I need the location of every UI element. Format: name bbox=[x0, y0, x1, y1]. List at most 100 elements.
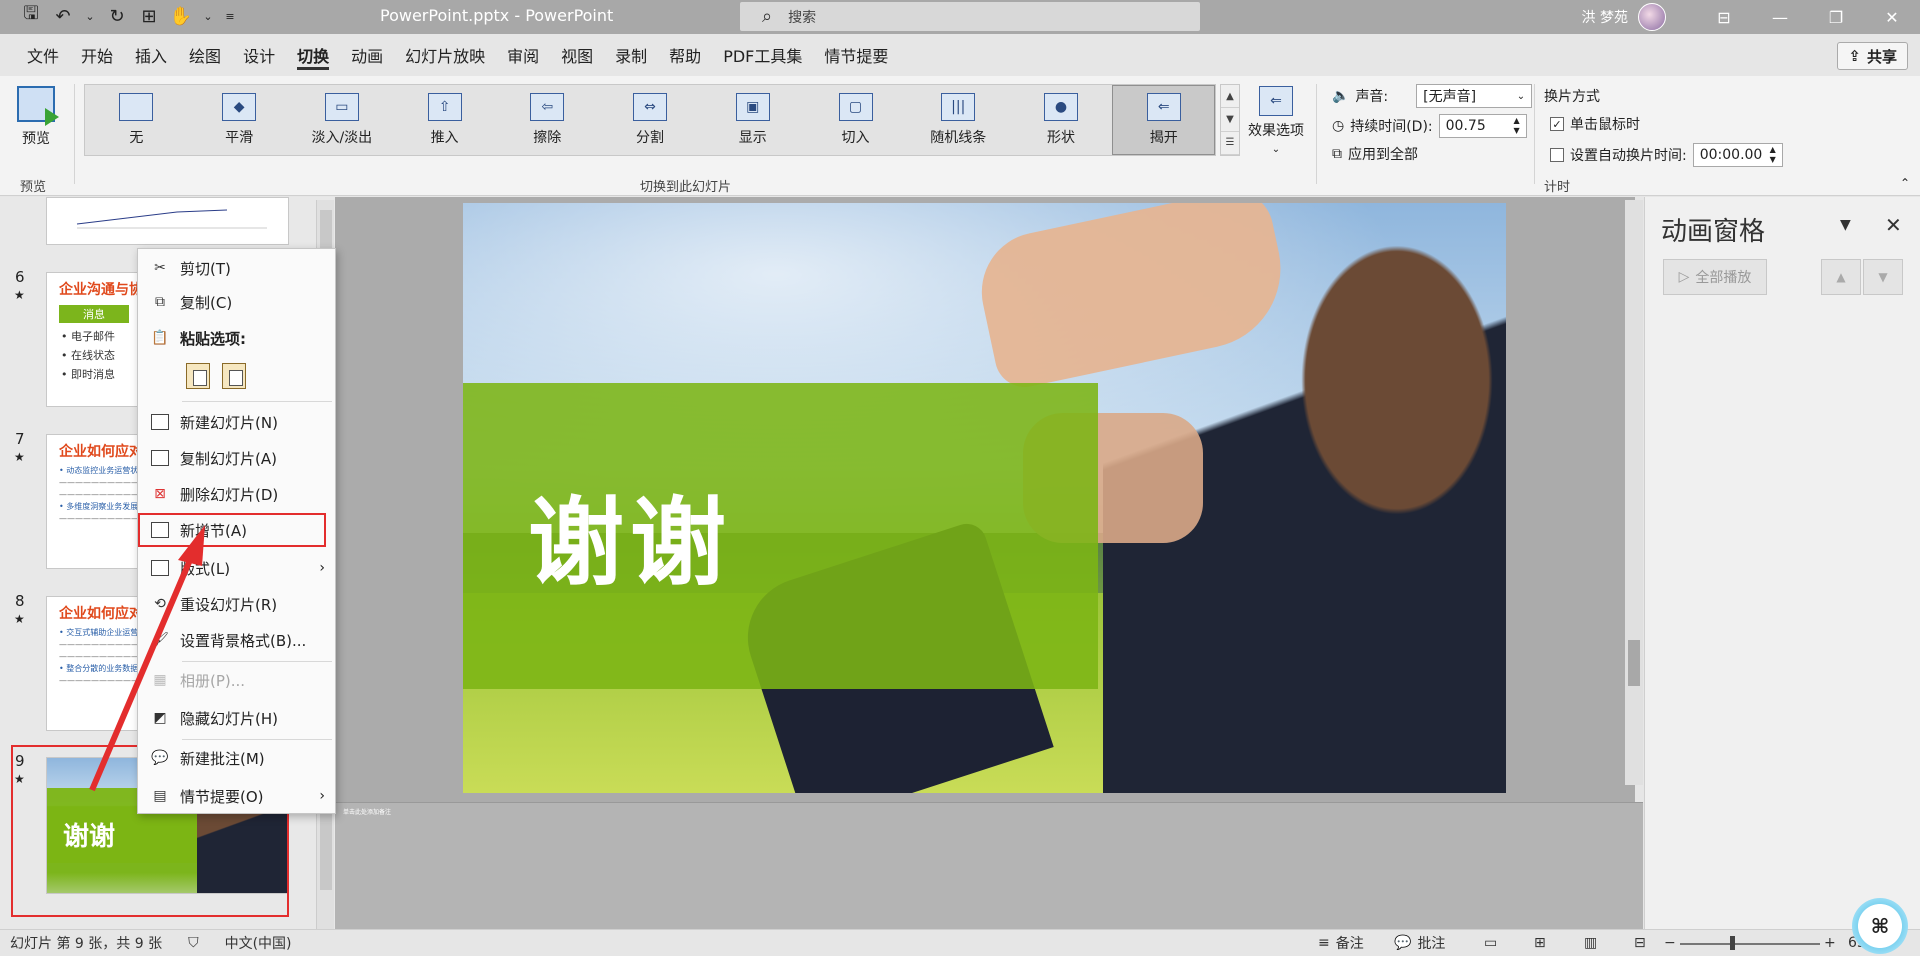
ribbon-display-icon[interactable]: ⊟ bbox=[1696, 0, 1752, 34]
normal-view-icon[interactable]: ▭ bbox=[1484, 935, 1497, 951]
duration-row: ◷ 持续时间(D): 00.75 ▲ ▼ bbox=[1332, 114, 1527, 138]
after-time-checkbox[interactable]: 设置自动换片时间: 00:00.00 ▲ ▼ bbox=[1550, 143, 1783, 167]
language-indicator[interactable]: 中文(中国) bbox=[225, 933, 292, 953]
effect-options-button[interactable]: ⇐ 效果选项 ⌄ bbox=[1244, 86, 1308, 155]
on-click-checkbox[interactable]: ✓ 单击鼠标时 bbox=[1550, 114, 1640, 134]
current-slide[interactable]: 谢谢 bbox=[463, 203, 1506, 793]
ribbon: 预览 预览 无 ◆ 平滑 ▭ 淡入/淡出 ⇧ 推入 ⇦ 擦除 ⇔ 分割 ▣ 显示 ▢ 切入 |… bbox=[0, 76, 1920, 196]
zoom-out-icon[interactable]: − bbox=[1664, 935, 1676, 951]
paste-picture-icon[interactable] bbox=[222, 363, 246, 389]
menu-item-storyboard[interactable]: ▤ 情节提要(O) › bbox=[138, 779, 335, 813]
tab-pdf-tools[interactable]: PDF工具集 bbox=[712, 34, 813, 76]
tab-home[interactable]: 开始 bbox=[70, 34, 124, 76]
transition-none[interactable]: 无 bbox=[85, 85, 188, 155]
tab-slideshow[interactable]: 幻灯片放映 bbox=[394, 34, 496, 76]
search-input[interactable]: ⌕ 搜索 bbox=[740, 2, 1200, 31]
menu-item-new-slide[interactable]: 新建幻灯片(N) bbox=[138, 405, 335, 439]
thumbnail-slide-5-partial[interactable] bbox=[46, 197, 289, 245]
tab-help[interactable]: 帮助 bbox=[658, 34, 712, 76]
duration-spinner[interactable]: ▲ ▼ bbox=[1513, 116, 1519, 136]
comments-button[interactable]: 💬 批注 bbox=[1394, 933, 1445, 953]
tab-insert[interactable]: 插入 bbox=[124, 34, 178, 76]
zoom-slider[interactable] bbox=[1680, 943, 1820, 945]
undo-dropdown-icon[interactable]: ⌄ bbox=[84, 5, 96, 27]
move-up-button[interactable]: ▲ bbox=[1821, 259, 1861, 295]
transition-cut[interactable]: ▢ 切入 bbox=[804, 85, 907, 155]
tab-draw[interactable]: 绘图 bbox=[178, 34, 232, 76]
menu-item-format-background[interactable]: 🖌 设置背景格式(B)... bbox=[138, 623, 335, 657]
transition-uncover[interactable]: ⇐ 揭开 bbox=[1112, 85, 1216, 155]
slide-counter: 幻灯片 第 9 张，共 9 张 bbox=[10, 936, 163, 952]
menu-item-layout[interactable]: 版式(L) › bbox=[138, 551, 335, 585]
slide-title[interactable]: 谢谢 bbox=[528, 465, 732, 604]
accessibility-icon[interactable]: ⛉ bbox=[188, 935, 199, 951]
reading-view-icon[interactable]: ▥ bbox=[1584, 935, 1597, 951]
transition-push[interactable]: ⇧ 推入 bbox=[393, 85, 496, 155]
touch-mode-icon[interactable]: ✋ bbox=[170, 5, 192, 27]
gallery-down-icon[interactable]: ▼ bbox=[1221, 108, 1239, 132]
storyboard-icon: ▤ bbox=[153, 788, 167, 804]
transition-wipe[interactable]: ⇦ 擦除 bbox=[496, 85, 599, 155]
paste-keep-format-icon[interactable] bbox=[186, 363, 210, 389]
zoom-in-icon[interactable]: + bbox=[1824, 935, 1836, 951]
restore-icon[interactable]: ❐ bbox=[1808, 0, 1864, 34]
transition-fade-icon: ▭ bbox=[324, 93, 359, 121]
pane-options-icon[interactable]: ▼ bbox=[1840, 217, 1851, 233]
play-all-button[interactable]: ▷ 全部播放 bbox=[1663, 259, 1767, 295]
menu-item-reset-slide[interactable]: ⟲ 重设幻灯片(R) bbox=[138, 587, 335, 621]
menu-item-new-comment[interactable]: 💬 新建批注(M) bbox=[138, 741, 335, 775]
touch-dropdown-icon[interactable]: ⌄ bbox=[202, 5, 214, 27]
user-name[interactable]: 洪 梦苑 bbox=[1582, 7, 1628, 27]
gallery-more-icon[interactable]: ☰ bbox=[1221, 132, 1239, 155]
transition-split[interactable]: ⇔ 分割 bbox=[599, 85, 702, 155]
tab-transitions[interactable]: 切换 bbox=[286, 34, 340, 76]
menu-item-copy[interactable]: ⧉ 复制(C) bbox=[138, 285, 335, 319]
tab-file[interactable]: 文件 bbox=[16, 34, 70, 76]
notes-pane[interactable]: 单击此处添加备注 bbox=[335, 802, 1643, 929]
sound-select[interactable]: [无声音] ⌄ bbox=[1416, 84, 1533, 108]
gallery-up-icon[interactable]: ▲ bbox=[1221, 85, 1239, 109]
notes-button[interactable]: ≡ 备注 bbox=[1318, 933, 1364, 953]
tab-storyboard[interactable]: 情节提要 bbox=[813, 34, 899, 76]
tab-design[interactable]: 设计 bbox=[232, 34, 286, 76]
duration-input[interactable]: 00.75 ▲ ▼ bbox=[1438, 114, 1527, 138]
tab-animations[interactable]: 动画 bbox=[340, 34, 394, 76]
share-button[interactable]: ⇪ 共享 bbox=[1837, 42, 1908, 70]
move-down-button[interactable]: ▼ bbox=[1863, 259, 1903, 295]
apply-all-button[interactable]: ⧉ 应用到全部 bbox=[1332, 144, 1418, 164]
save-icon[interactable]: 🖫 bbox=[20, 3, 42, 27]
transition-morph[interactable]: ◆ 平滑 bbox=[188, 85, 291, 155]
minimize-icon[interactable]: — bbox=[1752, 0, 1808, 34]
redo-icon[interactable]: ↻ bbox=[106, 5, 128, 27]
menu-item-duplicate-slide[interactable]: 复制幻灯片(A) bbox=[138, 441, 335, 475]
present-icon[interactable]: ⊞ bbox=[138, 5, 160, 27]
after-time-input[interactable]: 00:00.00 ▲ ▼ bbox=[1692, 143, 1783, 167]
transition-cut-icon: ▢ bbox=[838, 93, 873, 121]
zoom-slider-thumb[interactable] bbox=[1730, 936, 1735, 950]
close-icon[interactable]: ✕ bbox=[1885, 213, 1902, 237]
preview-button[interactable]: 预览 bbox=[12, 86, 60, 148]
tab-review[interactable]: 审阅 bbox=[496, 34, 550, 76]
customize-qat-icon[interactable]: ≡ bbox=[224, 5, 236, 27]
transition-random-bars[interactable]: ||| 随机线条 bbox=[907, 85, 1010, 155]
menu-item-delete-slide[interactable]: ⊠ 删除幻灯片(D) bbox=[138, 477, 335, 511]
group-divider bbox=[74, 84, 75, 184]
menu-item-cut[interactable]: ✂ 剪切(T) bbox=[138, 251, 335, 285]
slide-sorter-icon[interactable]: ⊞ bbox=[1534, 935, 1546, 951]
slide-scroll-thumb[interactable] bbox=[1628, 640, 1640, 686]
tab-record[interactable]: 录制 bbox=[604, 34, 658, 76]
collapse-ribbon-icon[interactable]: ⌃ bbox=[1900, 176, 1910, 190]
transition-fade[interactable]: ▭ 淡入/淡出 bbox=[290, 85, 393, 155]
after-time-spinner[interactable]: ▲ ▼ bbox=[1770, 145, 1776, 165]
slideshow-view-icon[interactable]: ⊟ bbox=[1634, 935, 1646, 951]
undo-icon[interactable]: ↶ bbox=[52, 5, 74, 27]
slide-scrollbar[interactable] bbox=[1625, 200, 1643, 785]
transition-shape[interactable]: ● 形状 bbox=[1010, 85, 1113, 155]
close-icon[interactable]: ✕ bbox=[1864, 0, 1920, 34]
chevron-down-icon: ⌄ bbox=[1516, 90, 1526, 102]
avatar[interactable] bbox=[1638, 3, 1666, 31]
menu-item-hide-slide[interactable]: ◩ 隐藏幻灯片(H) bbox=[138, 701, 335, 735]
tab-view[interactable]: 视图 bbox=[550, 34, 604, 76]
menu-item-add-section[interactable]: 新增节(A) bbox=[138, 513, 326, 547]
transition-reveal[interactable]: ▣ 显示 bbox=[701, 85, 804, 155]
